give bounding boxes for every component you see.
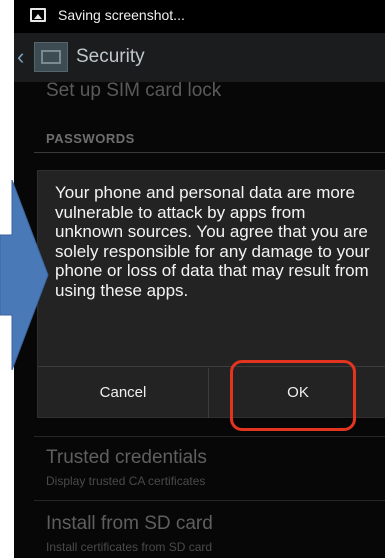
sim-card-lock-item[interactable]: Set up SIM card lock xyxy=(46,80,221,102)
settings-app-icon[interactable] xyxy=(34,42,68,72)
status-text: Saving screenshot... xyxy=(58,7,185,23)
ok-highlight-annotation xyxy=(230,360,356,431)
install-from-sd-title[interactable]: Install from SD card xyxy=(46,513,213,535)
button-divider xyxy=(208,368,209,418)
install-from-sd-subtitle: Install certificates from SD card xyxy=(46,540,213,554)
passwords-section-header: PASSWORDS xyxy=(46,131,135,146)
trusted-credentials-subtitle: Display trusted CA certificates xyxy=(46,474,206,488)
pointer-arrow-icon xyxy=(0,180,49,370)
chevron-left-icon[interactable]: ‹ xyxy=(17,46,24,68)
list-divider xyxy=(34,500,385,501)
image-icon xyxy=(30,8,46,22)
trusted-credentials-title[interactable]: Trusted credentials xyxy=(46,447,207,469)
list-divider xyxy=(34,436,385,437)
status-bar: Saving screenshot... xyxy=(14,0,385,33)
dialog-message: Your phone and personal data are more vu… xyxy=(55,183,370,300)
page-title: Security xyxy=(76,46,145,67)
action-bar: ‹ Security xyxy=(14,33,385,82)
cancel-button[interactable]: Cancel xyxy=(38,368,208,417)
section-divider xyxy=(34,152,385,153)
